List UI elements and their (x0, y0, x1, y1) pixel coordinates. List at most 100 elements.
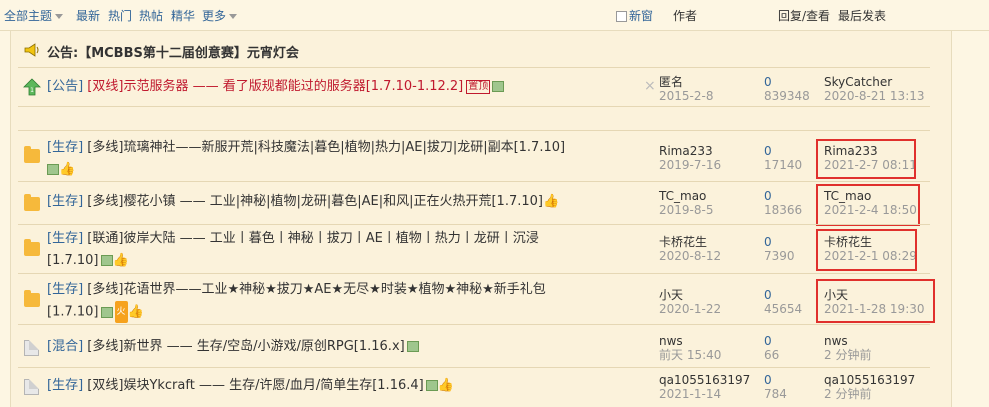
thread-title[interactable]: [生存] [双线]娱块Ykcraft —— 生存/许愿/血月/简单生存[1.16… (47, 375, 647, 397)
image-attachment-icon (47, 164, 59, 175)
thread-title-link[interactable]: [双线]示范服务器 —— 看了版规都能过的服务器[1.7.10-1.12.2] (87, 79, 463, 94)
thread-row: [生存] [多线]花语世界——工业★神秘★拔刀★AE★无尽★时装★植物★神秘★新… (18, 274, 930, 324)
highlight-box (816, 184, 920, 226)
pinned-arrow-icon: 1 (23, 78, 41, 96)
thread-title-link[interactable]: [联通]彼岸大陆 —— 工业丨暮色丨神秘丨拔刀丨AE丨植物丨热力丨龙研丨沉浸 (87, 231, 539, 246)
reply-count[interactable]: 0 (764, 288, 802, 302)
folder-icon[interactable] (24, 239, 40, 256)
last-poster[interactable]: nws (824, 334, 871, 348)
author-name[interactable]: 小天 (659, 288, 721, 302)
folder-icon[interactable] (24, 146, 40, 163)
post-date: 2019-7-16 (659, 158, 722, 172)
thread-title[interactable]: [生存] [多线]琉璃神社——新服开荒|科技魔法|暮色|植物|热力|AE|拔刀|… (47, 137, 647, 181)
checkbox-icon[interactable] (616, 11, 627, 22)
thread-title-link[interactable]: [多线]琉璃神社——新服开荒|科技魔法|暮色|植物|热力|AE|拔刀|龙研|副本… (87, 140, 565, 155)
author-cell: Rima233 2019-7-16 (659, 144, 721, 172)
image-attachment-icon (406, 341, 419, 352)
thread-title[interactable]: [生存] [多线]樱花小镇 —— 工业|神秘|植物|龙研|暮色|AE|和风|正在… (47, 191, 647, 213)
thumbs-up-icon: 👍 (437, 378, 454, 393)
pinned-thread-row: 1 [公告] [双线]示范服务器 —— 看了版规都能过的服务器[1.7.10-1… (18, 70, 930, 106)
view-count: 839348 (764, 89, 810, 103)
pinned-thread-title[interactable]: [公告] [双线]示范服务器 —— 看了版规都能过的服务器[1.7.10-1.1… (47, 76, 647, 98)
reply-view-cell: 0 17140 (764, 144, 802, 172)
thread-title-link[interactable]: [多线]花语世界——工业★神秘★拔刀★AE★无尽★时装★植物★神秘★新手礼包 (87, 282, 546, 297)
thread-row: [生存] [联通]彼岸大陆 —— 工业丨暮色丨神秘丨拔刀丨AE丨植物丨热力丨龙研… (18, 225, 930, 273)
author-name[interactable]: nws (659, 334, 721, 348)
last-post-cell: nws 2 分钟前 (824, 334, 871, 362)
new-window-label: 新窗 (629, 9, 654, 23)
category-tag[interactable]: [公告] (47, 79, 83, 94)
highlight-box (816, 229, 917, 271)
chevron-down-icon (229, 14, 238, 19)
last-poster[interactable]: SkyCatcher (824, 75, 925, 89)
reply-count[interactable]: 0 (764, 144, 802, 158)
image-attachment-icon (492, 81, 505, 92)
category-tag[interactable]: [生存] (47, 282, 83, 297)
author-name[interactable]: 卡桥花生 (659, 235, 721, 249)
thread-title[interactable]: [生存] [多线]花语世界——工业★神秘★拔刀★AE★无尽★时装★植物★神秘★新… (47, 279, 647, 324)
author-cell: 小天 2020-1-22 (659, 288, 721, 316)
category-tag[interactable]: [混合] (47, 339, 83, 354)
thread-title-link[interactable]: [多线]樱花小镇 —— 工业|神秘|植物|龙研|暮色|AE|和风|正在火热开荒[… (87, 194, 543, 209)
author-name[interactable]: TC_mao (659, 189, 713, 203)
folder-icon[interactable] (24, 290, 40, 307)
category-tag[interactable]: [生存] (47, 378, 83, 393)
thumbs-up-icon: 👍 (59, 162, 76, 177)
thread-row: [混合] [多线]新世界 —— 生存/空岛/小游戏/原创RPG[1.16.x] … (18, 325, 930, 367)
thread-title[interactable]: [生存] [联通]彼岸大陆 —— 工业丨暮色丨神秘丨拔刀丨AE丨植物丨热力丨龙研… (47, 228, 647, 272)
folder-icon[interactable] (24, 194, 40, 211)
post-date: 2020-8-12 (659, 249, 722, 263)
pinned-badge: 置顶 (466, 79, 491, 94)
reply-view-cell: 0 18366 (764, 189, 802, 217)
author-name[interactable]: 匿名 (659, 75, 713, 89)
last-poster[interactable]: qa1055163197 (824, 373, 915, 387)
post-date: 2021-1-14 (659, 387, 722, 401)
category-tag[interactable]: [生存] (47, 140, 83, 155)
all-topics-dropdown[interactable]: 全部主题 (4, 7, 64, 24)
thread-title-continued[interactable]: [1.7.10] (47, 253, 99, 268)
notice-text[interactable]: 公告:【MCBBS第十二届创意赛】元宵灯会 (47, 42, 299, 61)
document-icon[interactable] (24, 379, 39, 395)
thread-title-link[interactable]: [多线]新世界 —— 生存/空岛/小游戏/原创RPG[1.16.x] (87, 339, 404, 354)
reply-count[interactable]: 0 (764, 334, 779, 348)
author-cell: nws 前天 15:40 (659, 334, 721, 362)
new-window-toggle[interactable]: 新窗 (616, 7, 653, 24)
reply-count[interactable]: 0 (764, 75, 810, 89)
last-post-time[interactable]: 2020-8-21 13:13 (824, 89, 925, 103)
view-count: 18366 (764, 203, 803, 217)
thumbs-up-icon: 👍 (542, 194, 560, 209)
hot-link[interactable]: 热门 (108, 9, 132, 23)
category-tag[interactable]: [生存] (47, 231, 83, 246)
post-date: 2015-2-8 (659, 89, 714, 103)
last-post-time[interactable]: 2 分钟前 (824, 387, 915, 401)
last-post-cell: SkyCatcher 2020-8-21 13:13 (824, 75, 925, 103)
view-count: 784 (764, 387, 787, 401)
last-post-time[interactable]: 2 分钟前 (824, 348, 871, 362)
last-post-header: 最后发表 (838, 9, 887, 23)
reply-count[interactable]: 0 (764, 235, 795, 249)
thread-title[interactable]: [混合] [多线]新世界 —— 生存/空岛/小游戏/原创RPG[1.16.x] (47, 336, 647, 358)
more-label: 更多 (202, 9, 227, 23)
author-name[interactable]: qa1055163197 (659, 373, 750, 387)
image-attachment-icon (100, 306, 113, 318)
last-post-cell: qa1055163197 2 分钟前 (824, 373, 915, 401)
thumbs-up-icon: 👍 (112, 253, 129, 268)
category-tag[interactable]: [生存] (47, 194, 83, 209)
digest-link[interactable]: 精华 (171, 9, 195, 23)
hot-posts-link[interactable]: 热帖 (139, 9, 163, 23)
reply-view-cell: 0 45654 (764, 288, 802, 316)
thread-title-continued[interactable]: [1.7.10] (47, 305, 99, 320)
close-icon[interactable]: × (644, 78, 656, 94)
reply-view-cell: 0 7390 (764, 235, 795, 263)
reply-count[interactable]: 0 (764, 373, 787, 387)
author-name[interactable]: Rima233 (659, 144, 721, 158)
thread-row: [生存] [多线]琉璃神社——新服开荒|科技魔法|暮色|植物|热力|AE|拔刀|… (18, 131, 930, 181)
latest-link[interactable]: 最新 (76, 9, 100, 23)
thread-title-link[interactable]: [双线]娱块Ykcraft —— 生存/许愿/血月/简单生存[1.16.4] (87, 378, 423, 393)
highlight-box (816, 279, 935, 323)
reply-count[interactable]: 0 (764, 189, 802, 203)
post-date: 前天 15:40 (659, 348, 722, 362)
document-icon[interactable] (24, 340, 39, 356)
more-dropdown[interactable]: 更多 (202, 7, 238, 24)
thread-row: [生存] [多线]樱花小镇 —— 工业|神秘|植物|龙研|暮色|AE|和风|正在… (18, 182, 930, 224)
